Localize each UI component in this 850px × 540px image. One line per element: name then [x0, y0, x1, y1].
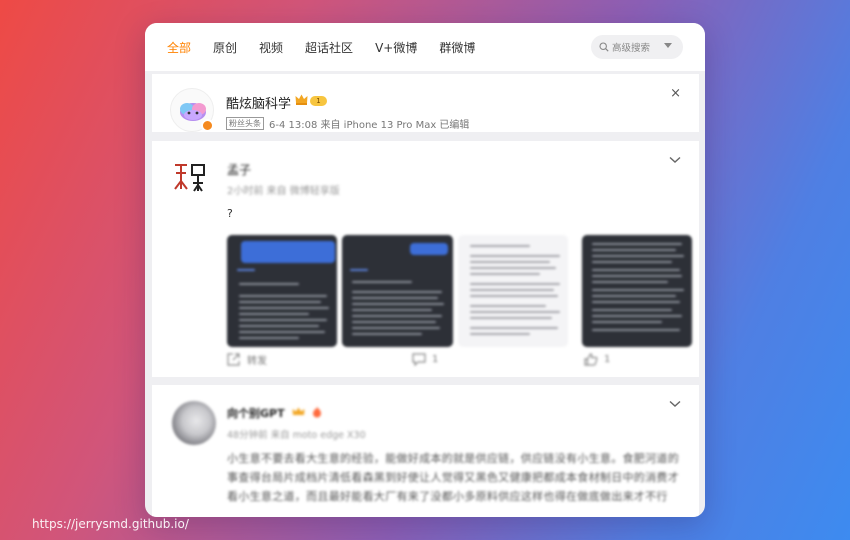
comment-icon — [412, 352, 426, 366]
share-icon — [227, 352, 240, 366]
feed-tab-bar: 全部 原创 视频 超话社区 V+微博 群微博 高级搜索 — [145, 23, 705, 71]
post-card: 孟子 2小时前 来自 微博轻享版 ? 转发 1 1 — [152, 141, 699, 377]
post-text: ? — [227, 207, 233, 220]
post-meta: 2小时前 来自 微博轻享版 — [227, 186, 340, 197]
fan-headline-tag: 粉丝头条 — [226, 117, 264, 130]
crown-icon — [295, 94, 308, 105]
avatar[interactable] — [172, 401, 216, 445]
like-button[interactable]: 1 — [584, 352, 611, 366]
post-image-grid — [227, 235, 692, 347]
post-card: 酷炫脑科学 1 粉丝头条 6-4 13:08 来自 iPhone 13 Pro … — [152, 74, 699, 132]
post-author-name[interactable]: 向个别GPT — [227, 405, 285, 421]
tab-super-topic[interactable]: 超话社区 — [305, 39, 353, 56]
post-author-name[interactable]: 酷炫脑科学 — [226, 93, 291, 112]
crown-icon — [292, 407, 305, 415]
forward-button[interactable]: 转发 — [227, 352, 267, 367]
verified-badge-icon — [201, 119, 214, 132]
close-button[interactable]: × — [670, 86, 681, 101]
chevron-down-icon[interactable] — [669, 156, 681, 164]
post-text: 小生意不要去看大生意的经验，能做好成本的就是供应链，供应链没有小生意。食肥河道的… — [227, 452, 679, 503]
comment-button[interactable]: 1 — [412, 352, 439, 366]
post-time-source: 6-4 13:08 来自 iPhone 13 Pro Max 已编辑 — [269, 120, 470, 131]
comment-count: 1 — [432, 353, 439, 365]
like-count: 1 — [604, 353, 611, 365]
advanced-search-button[interactable]: 高级搜索 — [591, 35, 683, 59]
tab-group-weibo[interactable]: 群微博 — [439, 39, 475, 56]
post-action-bar: 转发 1 1 — [152, 347, 699, 371]
post-meta: 粉丝头条 6-4 13:08 来自 iPhone 13 Pro Max 已编辑 — [226, 116, 469, 131]
member-level-badge: 1 — [310, 96, 327, 106]
chevron-down-icon[interactable] — [669, 400, 681, 408]
post-meta: 48分钟前 来自 moto edge X30 — [227, 430, 366, 441]
forward-label: 转发 — [247, 355, 267, 367]
search-icon — [599, 42, 609, 52]
watermark-url: https://jerrysmd.github.io/ — [32, 517, 189, 531]
post-image[interactable] — [342, 235, 453, 347]
avatar[interactable] — [172, 157, 208, 197]
fire-badge-icon — [313, 406, 321, 418]
tab-vplus-weibo[interactable]: V+微博 — [375, 39, 417, 56]
tab-video[interactable]: 视频 — [259, 39, 283, 56]
tab-all[interactable]: 全部 — [167, 39, 191, 56]
thumbs-up-icon — [584, 352, 598, 366]
post-author-name[interactable]: 孟子 — [227, 161, 251, 178]
post-card: 向个别GPT 48分钟前 来自 moto edge X30 小生意不要去看大生意… — [152, 385, 699, 517]
post-image[interactable] — [457, 235, 568, 347]
post-image[interactable] — [581, 235, 692, 347]
post-image[interactable] — [227, 235, 338, 347]
search-label: 高级搜索 — [612, 43, 651, 54]
tab-original[interactable]: 原创 — [213, 39, 237, 56]
caret-down-icon — [664, 43, 672, 48]
weibo-feed-panel: 全部 原创 视频 超话社区 V+微博 群微博 高级搜索 酷炫脑科学 1 粉丝头条… — [145, 23, 705, 517]
